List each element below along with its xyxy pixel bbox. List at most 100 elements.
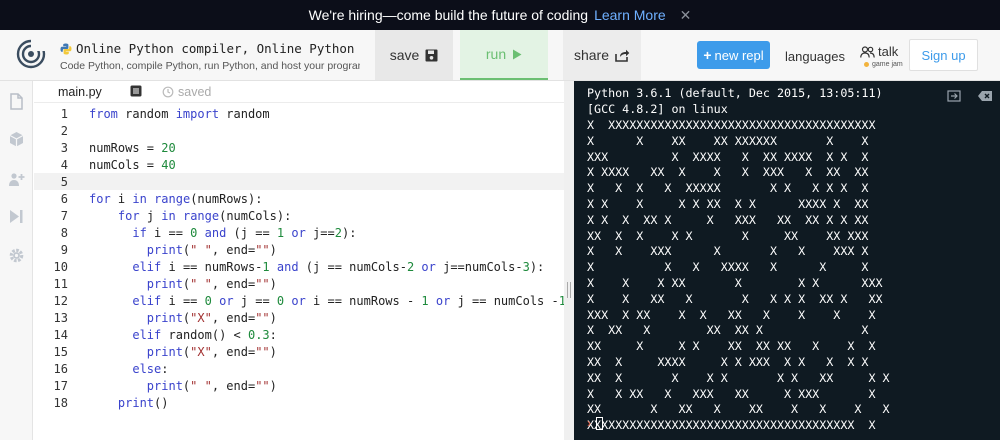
new-repl-button[interactable]: + new repl — [697, 41, 770, 69]
console-line: XX X XXXX X X XXX X X X X X — [587, 355, 869, 369]
console-line: XX X X X X X X XX X X — [587, 370, 890, 385]
new-repl-label: new repl — [714, 47, 764, 63]
console-line: XX X XX X XX X X X X — [587, 402, 890, 417]
tab-main-py[interactable]: main.py — [58, 85, 102, 99]
repl-title-row[interactable]: Online Python compiler, Online Python ID… — [60, 41, 360, 56]
console-line: X X XX X X X X X XX X XX — [587, 291, 883, 306]
line-number: 15 — [53, 344, 68, 359]
line-number: 12 — [53, 293, 68, 308]
console-line: X X XXX X X X XXX X — [587, 244, 869, 259]
history-icon — [162, 86, 174, 98]
code-text: for i in range(numRows): — [89, 191, 263, 206]
code-text: elif random() < 0.3: — [132, 327, 277, 342]
save-button[interactable]: save — [375, 30, 453, 80]
file-icon[interactable] — [8, 93, 25, 110]
console-prompt[interactable]: › — [587, 416, 603, 430]
console-output[interactable]: Python 3.6.1 (default, Dec 2015, 13:05:1… — [574, 81, 1000, 440]
game-jam-badge: game jam — [864, 61, 903, 68]
share-label: share — [573, 47, 610, 63]
close-icon[interactable]: ✕ — [680, 7, 692, 24]
code-line: 7 for j in range(numCols): — [34, 207, 564, 224]
line-number: 4 — [60, 157, 68, 172]
run-button[interactable]: run — [460, 30, 548, 80]
code-line: 6 for i in range(numRows): — [34, 190, 564, 207]
code-editor[interactable]: 1 from random import random 2 3 numRows = … — [34, 103, 573, 440]
repl-title: Online Python compiler, Online Python ID… — [76, 41, 360, 56]
console-line: XX X X X X X XX XX XXX — [587, 228, 869, 243]
console-line: X X X XXXX X X X — [587, 260, 869, 275]
debugger-icon[interactable] — [8, 208, 25, 225]
console-header-line: Python 3.6.1 (default, Dec 2015, 13:05:1… — [587, 86, 883, 100]
line-number: 18 — [53, 395, 68, 410]
code-text: print(" ", end="") — [146, 242, 277, 257]
code-line: 14 elif random() < 0.3: — [34, 326, 564, 343]
files-list-icon[interactable] — [130, 85, 142, 97]
settings-gear-icon[interactable] — [8, 247, 25, 264]
repl-logo-icon[interactable] — [16, 39, 46, 69]
left-sidebar — [0, 81, 33, 440]
line-number: 1 — [60, 106, 68, 121]
talk-link[interactable]: talk game jam — [860, 44, 903, 68]
expand-console-icon[interactable] — [947, 90, 961, 102]
package-icon[interactable] — [8, 131, 25, 148]
code-line: 1 from random import random — [34, 105, 564, 122]
code-line: 2 — [34, 122, 564, 139]
code-line: 16 else: — [34, 360, 564, 377]
saved-label: saved — [178, 85, 212, 99]
people-icon — [860, 45, 875, 58]
console-line: X XXXX XX X X X XXX X XX XX — [587, 165, 869, 180]
code-text: print() — [117, 395, 169, 410]
line-number: 14 — [53, 327, 68, 342]
talk-label: talk — [878, 44, 899, 59]
pane-splitter — [564, 81, 574, 440]
code-line: 17 print(" ", end="") — [34, 377, 564, 394]
floppy-disk-icon — [425, 49, 438, 61]
prompt-chevron-icon: › — [587, 416, 591, 430]
code-text: elif i == 0 or j == 0 or i == numRows - … — [132, 293, 573, 308]
console-line: X X XX XX XXXXXX X X — [587, 133, 869, 148]
resize-handle[interactable] — [567, 282, 571, 298]
console-line: X X X X XXXXX X X X X X X — [587, 181, 869, 196]
code-line: 9 print(" ", end="") — [34, 241, 564, 258]
share-icon — [615, 49, 630, 62]
game-jam-label: game jam — [872, 61, 903, 68]
code-text: numRows = 20 — [89, 140, 176, 155]
line-number: 2 — [60, 123, 68, 138]
share-button[interactable]: share — [563, 30, 641, 80]
editor-tabs: main.py saved — [34, 81, 564, 103]
console-toolbar — [947, 90, 993, 102]
line-number: 17 — [53, 378, 68, 393]
line-number: 5 — [60, 174, 68, 189]
code-text: if i == 0 and (j == 1 or j==2): — [132, 225, 357, 240]
signup-button[interactable]: Sign up — [909, 39, 978, 71]
code-text: print(" ", end="") — [146, 378, 277, 393]
plus-icon: + — [703, 47, 712, 63]
repl-title-block: Online Python compiler, Online Python ID… — [60, 41, 360, 72]
console-line: XXX X XX X X XX X X X X — [587, 307, 876, 322]
play-icon — [513, 49, 522, 59]
code-line: 8 if i == 0 and (j == 1 or j==2): — [34, 224, 564, 241]
line-number: 10 — [53, 259, 68, 274]
code-line: 15 print("X", end="") — [34, 343, 564, 360]
line-number: 11 — [53, 276, 68, 291]
languages-link[interactable]: languages — [785, 49, 845, 64]
console-line: X X X XX X X X XXX — [587, 276, 883, 290]
multiplayer-icon[interactable] — [8, 171, 25, 188]
console-line: XX X X X XX XX XX X X X — [587, 339, 876, 354]
status-dot — [864, 62, 869, 67]
console-line: X XX X XX XX X X — [587, 323, 869, 338]
line-number: 13 — [53, 310, 68, 325]
run-label: run — [485, 46, 507, 62]
saved-status: saved — [162, 85, 211, 99]
repl-subtitle: Code Python, compile Python, run Python,… — [60, 60, 360, 72]
console-line: X X X X X XX X X XXXX X XX — [587, 197, 869, 211]
clear-console-icon[interactable] — [977, 90, 993, 102]
line-number: 16 — [53, 361, 68, 376]
learn-more-link[interactable]: Learn More — [594, 7, 666, 23]
active-code-line: 5 — [34, 173, 564, 190]
line-number: 3 — [60, 140, 68, 155]
console-header-line: [GCC 4.8.2] on linux — [587, 102, 728, 116]
banner-message: We're hiring—come build the future of co… — [308, 7, 589, 23]
code-line: 11 print(" ", end="") — [34, 275, 564, 292]
save-label: save — [389, 47, 420, 63]
